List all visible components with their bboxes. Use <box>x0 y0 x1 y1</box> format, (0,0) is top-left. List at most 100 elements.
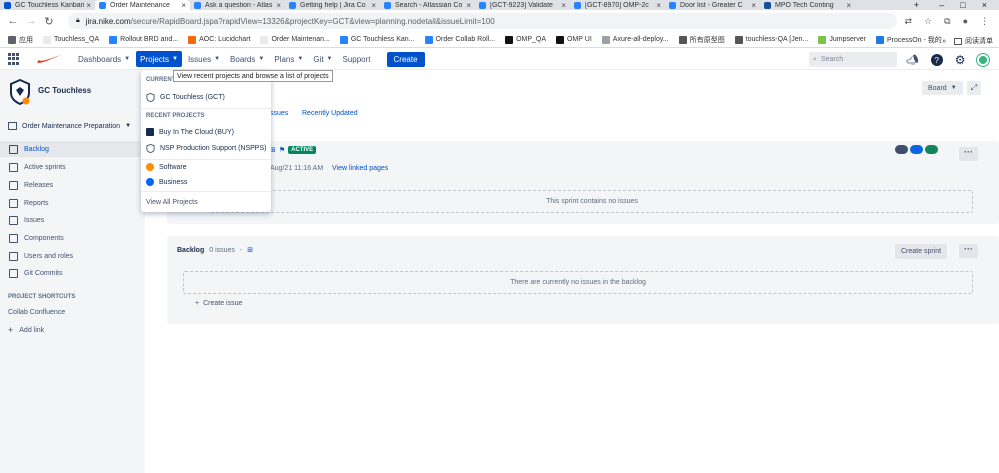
minimize-button[interactable]: – <box>939 0 944 10</box>
dropdown-recent-project-1[interactable]: Buy In The Cloud (BUY) <box>141 125 271 139</box>
quick-filter-recently-updated[interactable]: Recently Updated <box>302 110 358 117</box>
chevron-down-icon: ▼ <box>950 85 957 91</box>
nav-plans[interactable]: Plans ▼ <box>270 51 307 67</box>
browser-tab[interactable]: [GCT-9223] Validate × <box>475 0 570 10</box>
browser-tab[interactable]: GC Touchless Kanban × <box>0 0 95 10</box>
nav-dashboards[interactable]: Dashboards ▼ <box>74 51 134 67</box>
dropdown-type-software[interactable]: Software <box>141 160 271 174</box>
create-sprint-button[interactable]: Create sprint <box>895 244 948 259</box>
url-field[interactable]: 🔒︎ jira.nike.com /secure/RapidBoard.jspa… <box>68 13 897 29</box>
backlog-empty-zone: There are currently no issues in the bac… <box>183 271 973 294</box>
translate-icon[interactable]: ⇄ <box>905 16 913 27</box>
reload-icon[interactable]: ↻ <box>42 15 56 28</box>
bookmark-item[interactable]: ProcessOn - 我的... <box>875 35 948 45</box>
board-selector[interactable]: Order Maintenance Preparation ▼ <box>8 122 140 130</box>
sidebar-item-git-commits[interactable]: Git Commits <box>0 265 145 281</box>
sidebar-item-backlog[interactable]: Backlog <box>0 141 145 157</box>
menu-icon[interactable]: ⋮ <box>980 16 989 27</box>
bookmark-item[interactable]: OMP_QA <box>505 35 546 44</box>
close-tab-icon[interactable]: × <box>181 1 186 10</box>
nav-git[interactable]: Git ▼ <box>309 51 336 67</box>
forward-icon[interactable]: → <box>24 15 38 27</box>
reading-list-button[interactable]: 阅读清单 <box>954 36 993 46</box>
sidebar-item-issues[interactable]: Issues <box>0 212 145 228</box>
bookmark-item[interactable]: OMP UI <box>556 35 592 44</box>
more-bookmarks-button[interactable]: » <box>942 38 946 45</box>
close-tab-icon[interactable]: × <box>371 1 376 10</box>
create-issue-label: Create issue <box>203 300 243 307</box>
sidebar-item-active-sprints[interactable]: Active sprints <box>0 159 145 175</box>
nav-boards[interactable]: Boards ▼ <box>226 51 268 67</box>
view-linked-pages-link[interactable]: View linked pages <box>332 165 388 172</box>
bookmark-item[interactable]: Axure-all-deploy... <box>601 35 669 44</box>
bookmark-item[interactable]: Touchless_QA <box>43 35 99 44</box>
user-avatar[interactable] <box>977 54 990 66</box>
bookmark-item[interactable]: Rollout BRD and... <box>109 35 179 44</box>
create-issue-button[interactable]: + Create issue <box>195 300 242 307</box>
plus-icon: + <box>8 325 14 335</box>
project-avatar-icon[interactable] <box>9 79 31 105</box>
linked-pages-icon[interactable]: ⊞ <box>247 246 253 254</box>
close-tab-icon[interactable]: × <box>276 1 281 10</box>
maximize-button[interactable]: □ <box>960 0 965 10</box>
settings-icon[interactable]: ⚙ <box>955 53 966 67</box>
bookmark-item[interactable]: Jumpserver <box>818 35 866 44</box>
sidebar-item-releases[interactable]: Releases <box>0 177 145 193</box>
sidebar-item-reports[interactable]: Reports <box>0 195 145 211</box>
sidebar-item-users-and-roles[interactable]: Users and roles <box>0 248 145 264</box>
bookmark-item[interactable]: AOC: Lucidchart <box>188 35 250 44</box>
board-button[interactable]: Board ▼ <box>922 81 963 95</box>
browser-tab[interactable]: Ask a question - Atlas × <box>190 0 285 10</box>
close-tab-icon[interactable]: × <box>561 1 566 10</box>
nav-label: Support <box>342 54 371 64</box>
nav-issues[interactable]: Issues ▼ <box>184 51 224 67</box>
extensions-icon[interactable]: ⧉ <box>944 16 950 27</box>
close-tab-icon[interactable]: × <box>466 1 471 10</box>
close-tab-icon[interactable]: × <box>656 1 661 10</box>
bookmark-item[interactable]: touchless-QA [Jen... <box>734 35 808 44</box>
close-tab-icon[interactable]: × <box>751 1 756 10</box>
project-shield-icon <box>146 92 155 102</box>
close-tab-icon[interactable]: × <box>86 1 91 10</box>
back-icon[interactable]: ← <box>6 15 20 27</box>
app-switcher-icon[interactable] <box>8 53 20 65</box>
browser-tab[interactable]: Door list - Greater C × <box>665 0 760 10</box>
notifications-icon[interactable]: 📣︎ <box>906 55 919 66</box>
view-all-projects-link[interactable]: View All Projects <box>141 195 271 209</box>
nav-support[interactable]: Support <box>339 51 375 67</box>
nav-projects[interactable]: Projects ▼ <box>136 51 182 67</box>
shortcut-collab-confluence[interactable]: Collab Confluence <box>0 304 145 320</box>
search-input[interactable]: ⌕ Search <box>809 52 897 67</box>
new-tab-button[interactable]: + <box>914 0 919 10</box>
star-icon[interactable]: ☆ <box>924 16 932 27</box>
backlog-more-button[interactable]: ··· <box>959 244 978 258</box>
browser-tab[interactable]: Search - Atlassian Co × <box>380 0 475 10</box>
close-window-button[interactable]: × <box>982 0 987 10</box>
bookmark-label: Rollout BRD and... <box>120 36 179 43</box>
create-button[interactable]: Create <box>386 51 425 67</box>
close-tab-icon[interactable]: × <box>846 1 851 10</box>
dropdown-recent-project-2[interactable]: NSP Production Support (NSPPS) <box>141 141 271 155</box>
browser-tab[interactable]: Getting help | Jira Co × <box>285 0 380 10</box>
bookmark-item[interactable]: 所有原型图 <box>678 35 725 45</box>
bookmark-item[interactable]: 应用 <box>8 35 33 45</box>
browser-tab[interactable]: [GCT-8970] OMP-2c × <box>570 0 665 10</box>
browser-tab[interactable]: Order Maintenance × <box>95 0 190 10</box>
sprint-more-button[interactable]: ··· <box>959 147 978 161</box>
expand-icon[interactable]: ⤢ <box>967 81 981 95</box>
sidebar-item-icon <box>9 198 18 208</box>
nike-logo-icon[interactable] <box>36 54 62 64</box>
dropdown-type-business[interactable]: Business <box>141 175 271 189</box>
sidebar-item-components[interactable]: Components <box>0 230 145 246</box>
bookmark-item[interactable]: Order Maintenan... <box>260 35 330 44</box>
sidebar-item-icon <box>9 233 18 243</box>
bookmark-item[interactable]: Order Collab Roll... <box>424 35 495 44</box>
add-link-button[interactable]: + Add link <box>0 322 145 338</box>
help-icon[interactable]: ? <box>930 54 943 66</box>
browser-tab[interactable]: MPO Tech Conting × <box>760 0 855 10</box>
profile-icon[interactable]: ● <box>963 16 968 27</box>
quick-filter-issues[interactable]: ssues <box>270 110 288 117</box>
bookmark-item[interactable]: GC Touchless Kan... <box>339 35 415 44</box>
project-name[interactable]: GC Touchless <box>38 86 91 95</box>
dropdown-current-project[interactable]: GC Touchless (GCT) <box>141 90 271 104</box>
